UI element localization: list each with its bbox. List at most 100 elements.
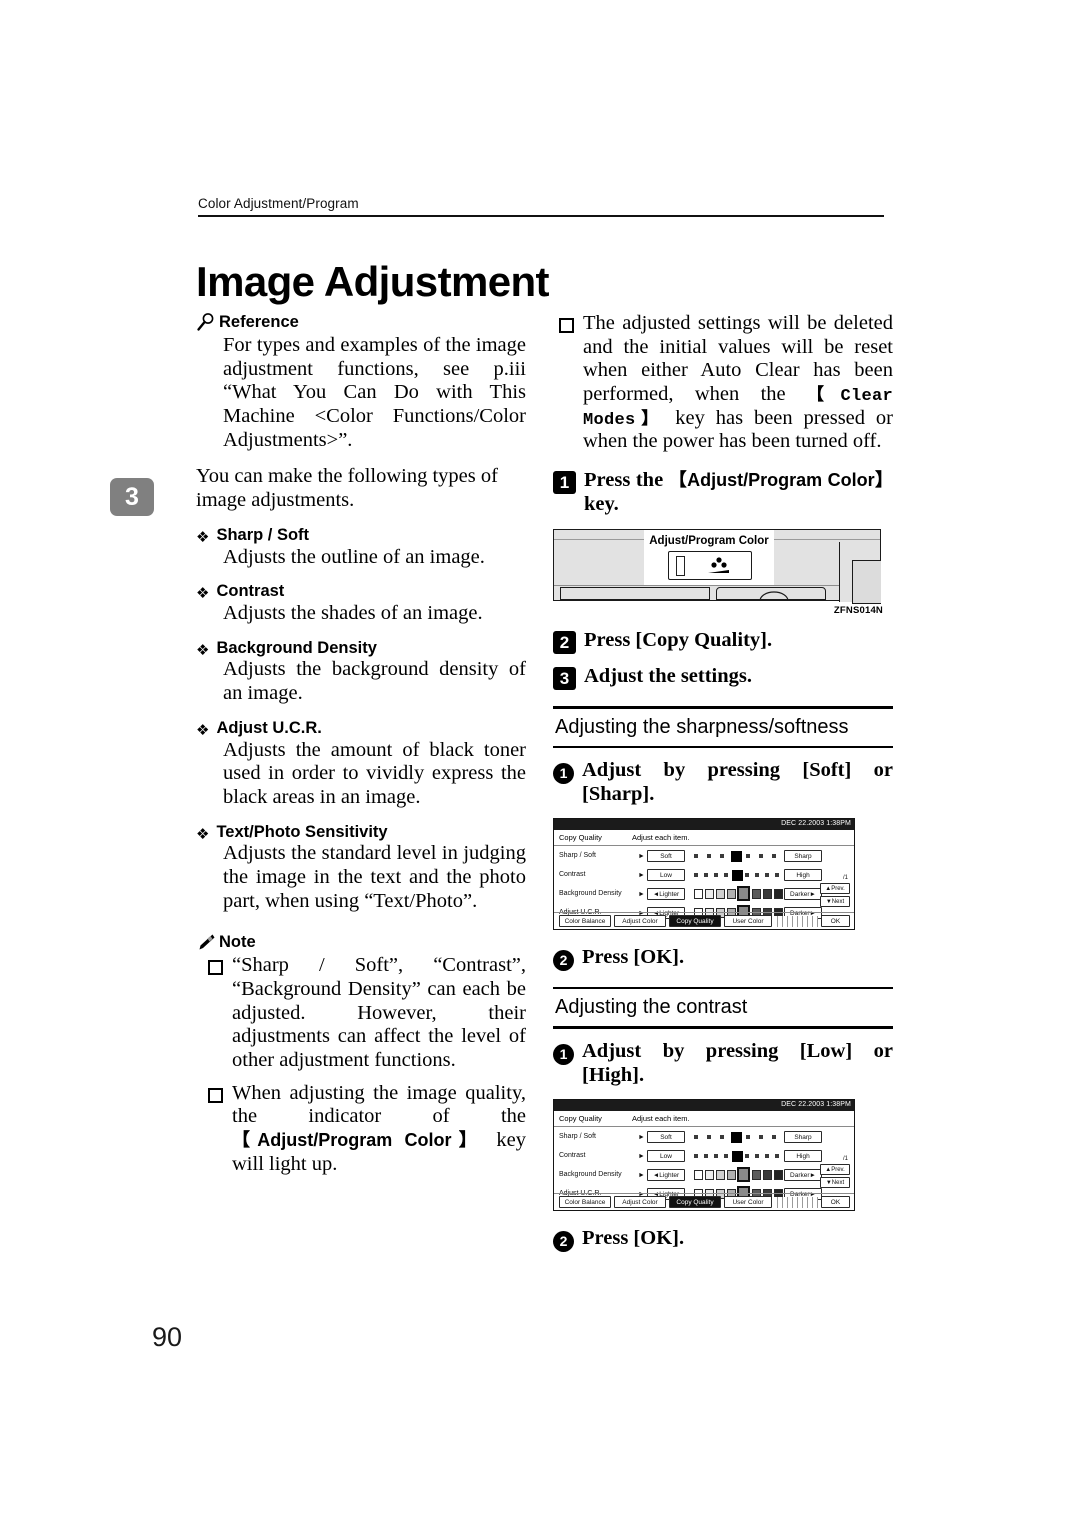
page-title: Image Adjustment <box>196 258 550 306</box>
lcd-density-swatches[interactable] <box>694 1166 794 1183</box>
note-item-text: The adjusted settings will be deleted an… <box>583 312 894 453</box>
lcd-tab-filler <box>773 1196 818 1208</box>
note-item: “Sharp / Soft”, “Contrast”, “Background … <box>208 954 526 1072</box>
lcd-level-dots[interactable] <box>694 850 778 862</box>
lcd-button-high[interactable]: High <box>784 1149 822 1162</box>
step-text: Adjust the settings. <box>584 665 752 687</box>
substep-number-badge: 1 <box>553 1043 574 1065</box>
note-item-text: When adjusting the image quality, the in… <box>232 1081 526 1175</box>
lcd-row-sharp-soft: Sharp / Soft ► Soft Sharp <box>554 847 854 866</box>
lcd-button-sharp[interactable]: Sharp <box>784 849 822 862</box>
lcd-row-label: Contrast <box>559 870 586 878</box>
lcd-row-label: Background Density <box>559 889 622 897</box>
lcd-button-darker[interactable]: Darker► <box>784 887 822 900</box>
pencil-icon <box>196 932 216 952</box>
panel-right-section <box>839 542 881 604</box>
panel-key-label: Adjust/Program Color <box>649 535 769 547</box>
square-bullet-icon <box>208 960 223 976</box>
panel-dial-icon <box>759 591 789 601</box>
lcd-prev-button[interactable]: ▲Prev. <box>820 1163 850 1175</box>
substep-1: 1 Adjust by pressing [Soft] or [Sharp]. <box>553 759 893 807</box>
lcd-row-label: Background Density <box>559 1170 622 1178</box>
lcd-button-lighter[interactable]: ◄Lighter <box>647 887 685 900</box>
lcd-pagination: /1 ▲Prev. ▼Next <box>820 875 852 907</box>
lcd-status-bar: DEC 22.2003 1:38PM <box>554 818 854 830</box>
lcd-page-indicator: /1 <box>842 1155 848 1162</box>
lcd-button-lighter[interactable]: ◄Lighter <box>647 1168 685 1181</box>
lcd-button-sharp[interactable]: Sharp <box>784 1130 822 1143</box>
lcd-tab-color-balance[interactable]: Color Balance <box>559 1195 611 1208</box>
arrow-right-icon: ► <box>638 1132 645 1141</box>
lcd-screen-title: Copy Quality <box>559 832 602 842</box>
subsection-contrast: Adjusting the contrast <box>553 986 893 1029</box>
lcd-tab-user-color[interactable]: User Color <box>724 1195 772 1208</box>
step-1: 1 Press the 【Adjust/Program Color】 key. <box>553 469 893 517</box>
lcd-ok-button[interactable]: OK <box>821 914 850 927</box>
lcd-tab-copy-quality[interactable]: Copy Quality <box>669 1195 721 1208</box>
panel-button-left <box>560 587 710 600</box>
lcd-level-dots[interactable] <box>694 869 779 881</box>
substep-1: 1 Adjust by pressing [Low] or [High]. <box>553 1040 893 1088</box>
lcd-screen-prompt: Adjust each item. <box>632 832 690 842</box>
lcd-button-soft[interactable]: Soft <box>647 849 685 862</box>
magnifier-icon <box>196 312 216 332</box>
lcd-ok-button[interactable]: OK <box>821 1195 850 1208</box>
lcd-button-low[interactable]: Low <box>647 868 685 881</box>
lcd-prev-button[interactable]: ▲Prev. <box>820 882 850 894</box>
feature-heading: ❖ Sharp / Soft <box>196 525 310 546</box>
lcd-row-label: Contrast <box>559 1151 586 1159</box>
lcd-button-darker[interactable]: Darker► <box>784 1168 822 1181</box>
subsection-sharpness: Adjusting the sharpness/softness <box>553 706 893 748</box>
substep-2: 2 Press [OK]. <box>553 946 893 971</box>
arrow-right-icon: ► <box>638 1170 645 1179</box>
feature-desc: Adjusts the amount of black toner used i… <box>223 738 526 808</box>
lcd-status-bar: DEC 22.2003 1:38PM <box>554 1099 854 1111</box>
lcd-level-dots[interactable] <box>694 1131 778 1143</box>
lcd-datetime: DEC 22.2003 1:38PM <box>781 1100 851 1108</box>
lcd-row-sharp-soft: Sharp / Soft ► Soft Sharp <box>554 1128 854 1147</box>
diamond-bullet-icon: ❖ <box>196 824 210 843</box>
feature-heading: ❖ Background Density <box>196 638 377 659</box>
square-bullet-icon <box>559 318 574 333</box>
page-number: 90 <box>152 1322 183 1352</box>
substep-text: Press [OK]. <box>582 945 685 968</box>
panel-side-tab <box>852 560 881 604</box>
step-3: 3 Adjust the settings. <box>553 665 893 690</box>
substep-number-badge: 1 <box>553 763 574 784</box>
lcd-tab-adjust-color[interactable]: Adjust Color <box>614 914 666 927</box>
lcd-next-button[interactable]: ▼Next <box>820 1176 850 1188</box>
key-name: 【Adjust/Program Color】 <box>232 1130 485 1151</box>
lcd-screen-prompt: Adjust each item. <box>632 1113 690 1123</box>
note-item: The adjusted settings will be deleted an… <box>559 312 893 454</box>
feature-heading: ❖ Text/Photo Sensitivity <box>196 822 388 843</box>
lcd-tab-user-color[interactable]: User Color <box>724 914 772 927</box>
lcd-row-label: Sharp / Soft <box>559 1132 596 1140</box>
lcd-button-high[interactable]: High <box>784 868 822 881</box>
arrow-right-icon: ► <box>638 889 645 898</box>
lcd-tab-copy-quality[interactable]: Copy Quality <box>669 914 721 927</box>
chapter-tab: 3 <box>110 478 154 516</box>
lcd-level-dots[interactable] <box>694 1150 779 1162</box>
adjust-program-color-key[interactable] <box>668 551 752 580</box>
arrow-right-icon: ► <box>638 851 645 860</box>
lcd-tab-adjust-color[interactable]: Adjust Color <box>614 1195 666 1208</box>
step-text: Press the 【Adjust/Program Color】 key. <box>584 469 894 516</box>
lcd-next-button[interactable]: ▼Next <box>820 895 850 907</box>
lcd-button-soft[interactable]: Soft <box>647 1130 685 1143</box>
lcd-row-label: Sharp / Soft <box>559 851 596 859</box>
arrow-right-icon: ► <box>638 1151 645 1160</box>
lcd-density-swatches[interactable] <box>694 885 794 902</box>
substep-number-badge: 2 <box>553 949 574 971</box>
lcd-tab-color-balance[interactable]: Color Balance <box>559 914 611 927</box>
note-item: When adjusting the image quality, the in… <box>208 1082 526 1177</box>
feature-desc: Adjusts the background density of an ima… <box>223 658 526 705</box>
lcd-button-low[interactable]: Low <box>647 1149 685 1162</box>
step-text: Press [Copy Quality]. <box>584 629 773 651</box>
lcd-datetime: DEC 22.2003 1:38PM <box>781 819 851 827</box>
lcd-row-contrast: Contrast ► Low High <box>554 866 854 885</box>
substep-text: Adjust by pressing [Low] or [High]. <box>582 1039 893 1086</box>
lcd-header: Copy Quality Adjust each item. <box>554 1111 854 1127</box>
step-number-badge: 2 <box>553 631 576 654</box>
key-bar-icon <box>676 556 685 576</box>
intro-text: You can make the following types of imag… <box>196 465 498 512</box>
